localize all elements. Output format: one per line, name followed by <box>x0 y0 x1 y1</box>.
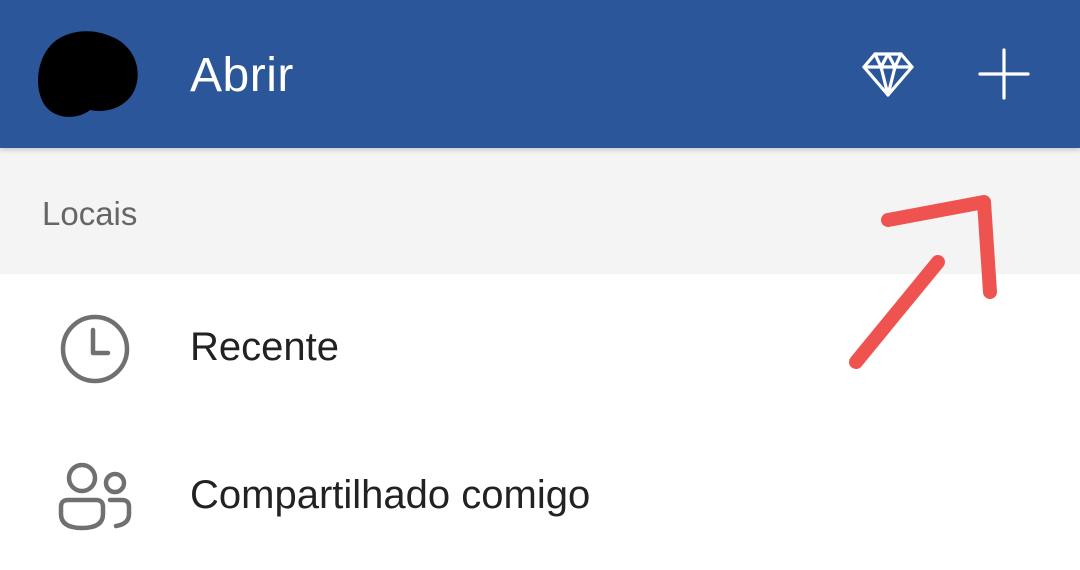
locations-section-header <box>0 148 1080 274</box>
clock-icon <box>58 312 132 386</box>
list-item-label: Compartilhado comigo <box>190 473 591 517</box>
premium-button[interactable] <box>858 44 918 104</box>
page-title: Abrir <box>190 49 294 102</box>
people-icon <box>58 460 132 534</box>
list-item-label: Recente <box>190 325 339 369</box>
new-document-button[interactable] <box>974 44 1034 104</box>
section-label-locais: Locais <box>42 195 138 232</box>
list-item-shared-with-me[interactable]: Compartilhado comigo <box>0 420 1080 566</box>
plus-icon <box>978 48 1030 100</box>
open-screen: Abrir Locais Recente Compartilhado comig… <box>0 0 1080 570</box>
diamond-icon <box>862 52 914 97</box>
list-item-recent[interactable]: Recente <box>0 274 1080 420</box>
avatar[interactable] <box>36 30 140 118</box>
app-bar: Abrir <box>0 0 1080 148</box>
